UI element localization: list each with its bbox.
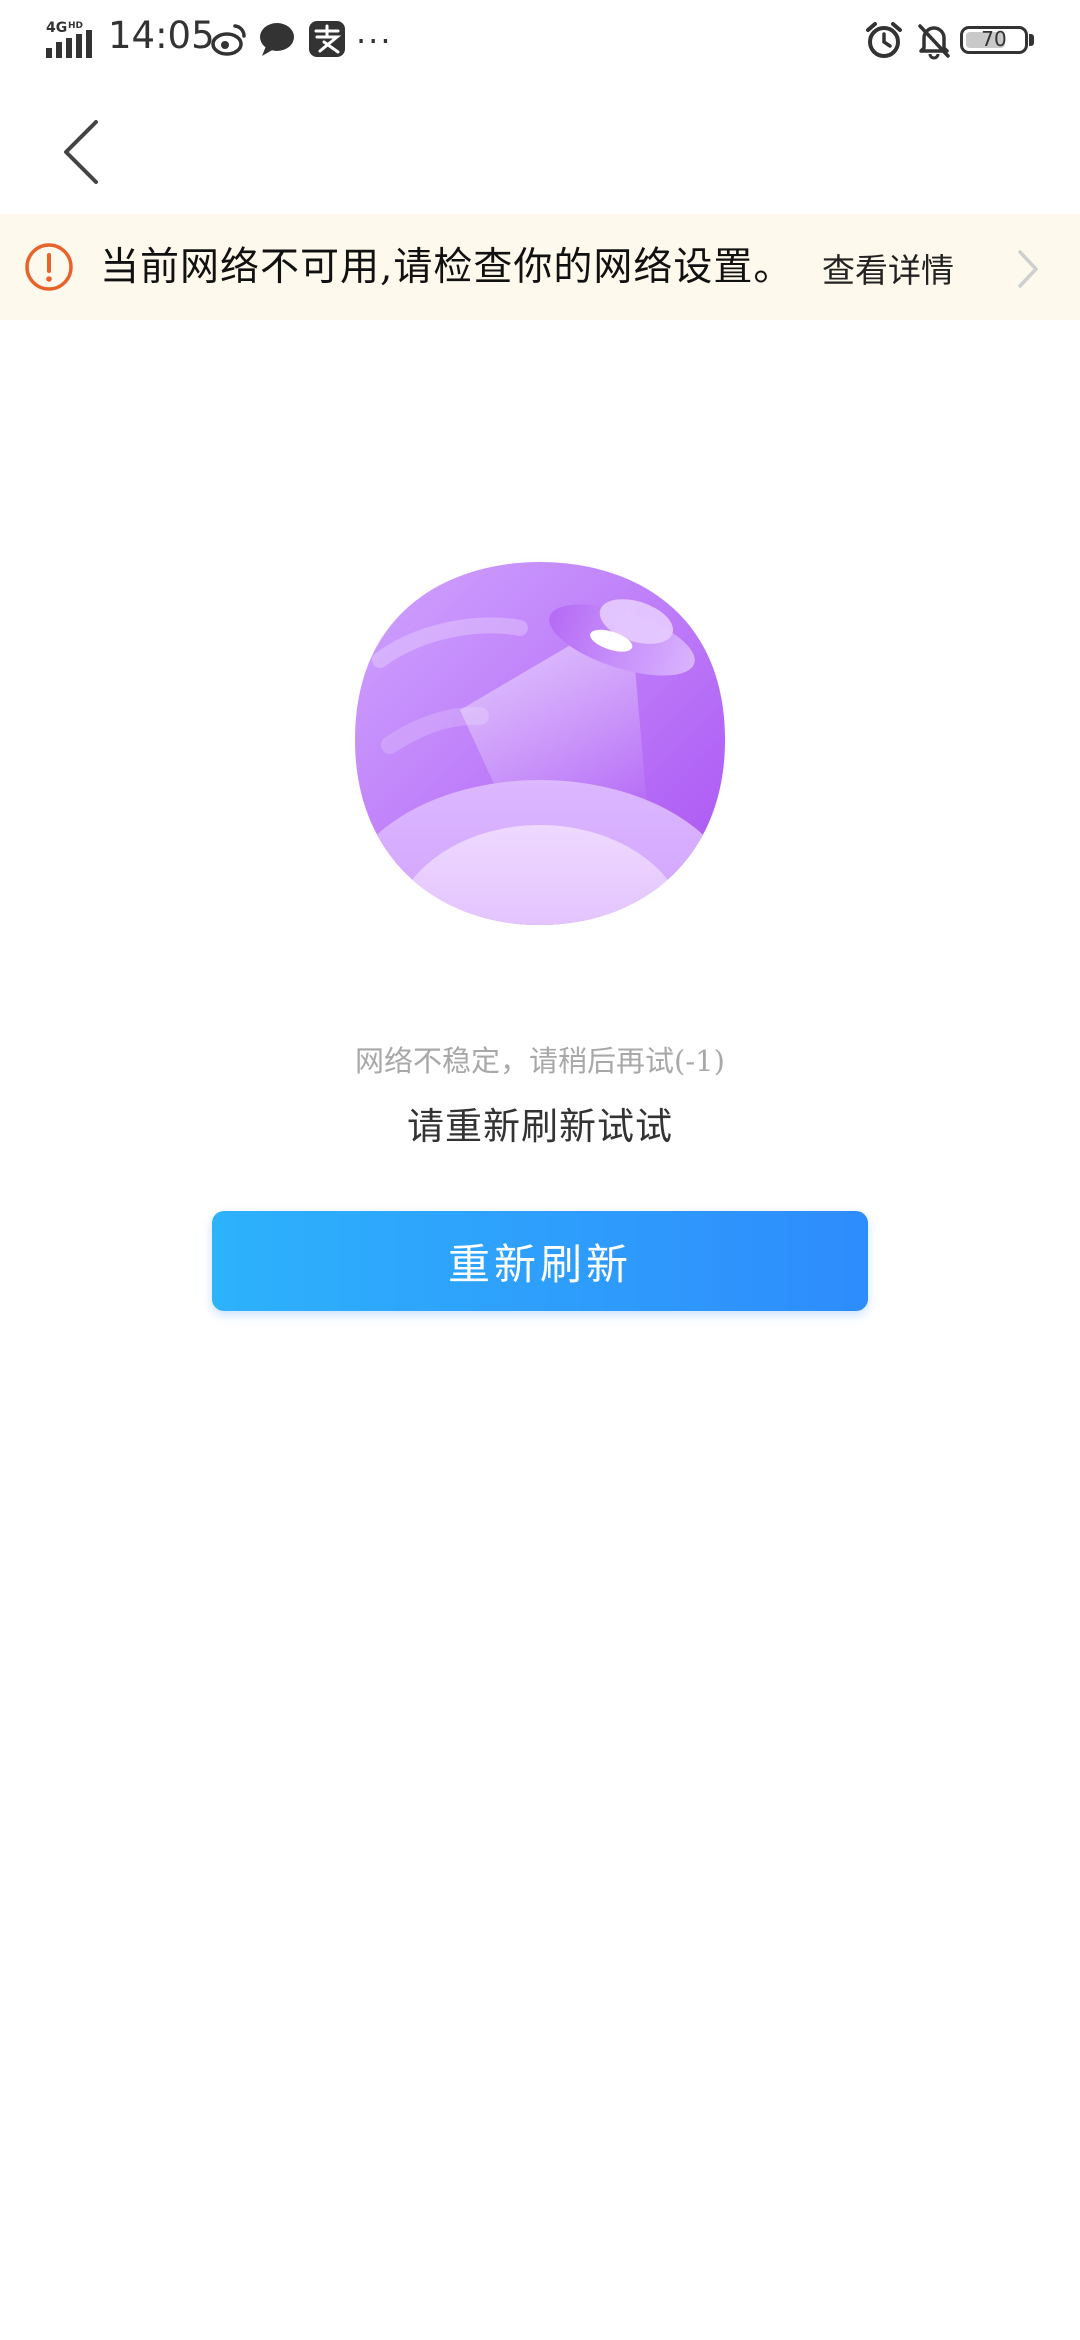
error-message: 网络不稳定，请稍后再试(-1) xyxy=(355,1044,725,1078)
weibo-icon xyxy=(211,24,246,56)
banner-message: 当前网络不可用,请检查你的网络设置。 xyxy=(100,245,794,290)
alipay-icon xyxy=(309,21,345,57)
battery-icon: 70 xyxy=(960,26,1028,54)
view-details-link[interactable]: 查看详情 xyxy=(822,244,954,292)
refresh-button[interactable]: 重新刷新 xyxy=(212,1211,868,1311)
battery-level-text: 70 xyxy=(981,27,1007,51)
alert-circle-icon xyxy=(25,243,73,291)
status-time: 14:05 xyxy=(108,14,215,57)
chevron-left-icon[interactable] xyxy=(50,108,120,188)
bell-muted-icon xyxy=(918,24,950,60)
chevron-right-icon[interactable] xyxy=(1012,244,1042,294)
network-warning-banner[interactable]: 当前网络不可用,请检查你的网络设置。 查看详情 xyxy=(0,214,1080,320)
status-bar: 4G HD 14:05 ··· 70 xyxy=(0,0,1080,80)
svg-text:4G: 4G xyxy=(46,20,67,36)
more-dots-icon: ··· xyxy=(356,22,393,60)
alarm-icon xyxy=(866,22,902,58)
battery-tip xyxy=(1029,34,1034,46)
ufo-planet-illustration xyxy=(345,552,735,935)
retry-prompt: 请重新刷新试试 xyxy=(407,1105,673,1148)
svg-text:HD: HD xyxy=(68,21,83,31)
chat-bubble-icon xyxy=(260,23,294,56)
signal-4g-icon: 4G HD xyxy=(46,20,92,58)
